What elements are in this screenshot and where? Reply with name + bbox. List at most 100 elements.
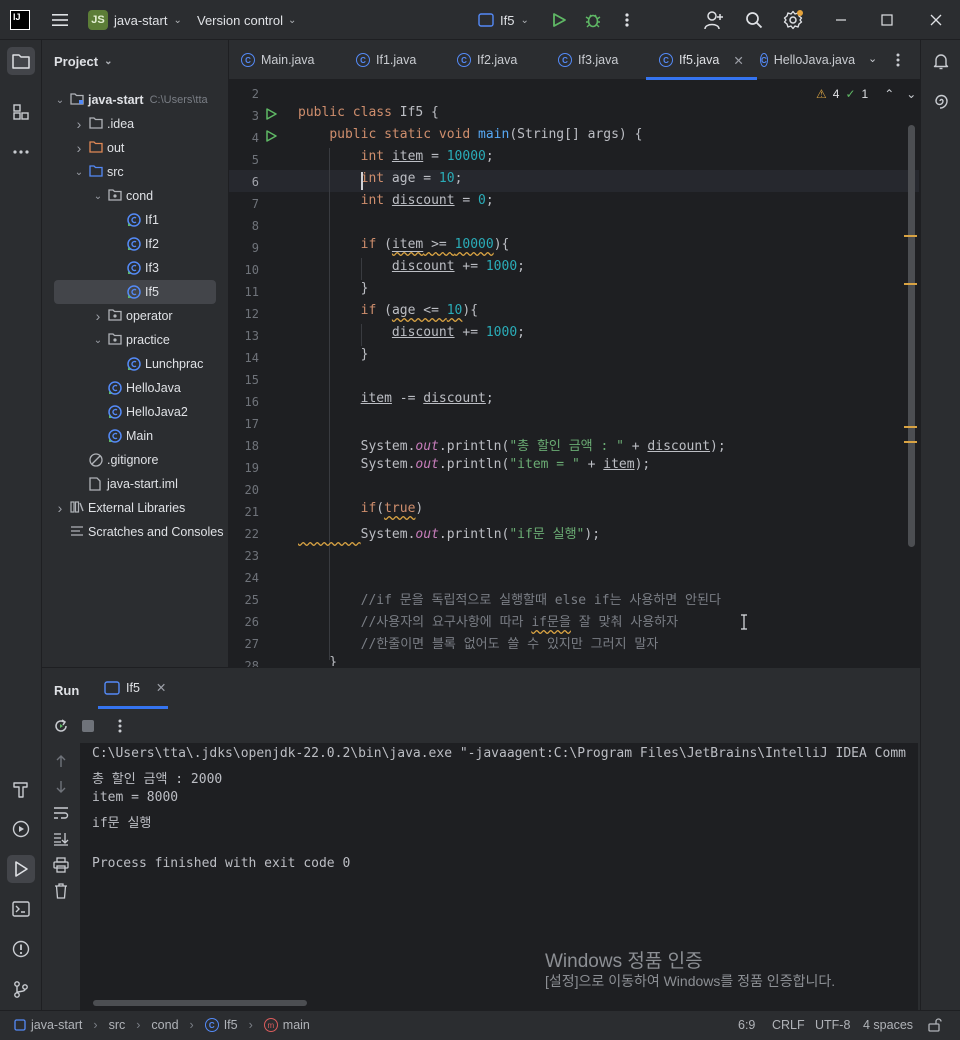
- search-icon[interactable]: [743, 9, 765, 31]
- settings-gear-icon[interactable]: [782, 9, 804, 31]
- ai-assistant-tool-button[interactable]: [927, 87, 955, 115]
- close-run-tab-icon[interactable]: ✕: [156, 680, 166, 695]
- tree-item[interactable]: › out: [42, 136, 229, 160]
- tab-main[interactable]: C Main.java: [241, 40, 315, 80]
- stop-icon[interactable]: [81, 719, 95, 733]
- breadcrumb-item[interactable]: cond: [151, 1018, 178, 1032]
- tree-item-label: practice: [126, 333, 170, 347]
- breadcrumb-item[interactable]: If5: [224, 1018, 238, 1032]
- run-more-icon[interactable]: [118, 718, 122, 734]
- maximize-icon[interactable]: [876, 9, 898, 31]
- run-tab-if5[interactable]: If5 ✕: [104, 680, 166, 695]
- tree-item[interactable]: Main: [42, 424, 229, 448]
- tree-item[interactable]: › External Libraries: [42, 496, 229, 520]
- warning-marker[interactable]: [904, 426, 917, 428]
- more-actions-icon[interactable]: [616, 9, 638, 31]
- file-encoding[interactable]: UTF-8: [815, 1018, 850, 1032]
- add-user-icon[interactable]: [703, 9, 725, 31]
- warning-marker[interactable]: [904, 235, 917, 237]
- minimize-icon[interactable]: [830, 9, 852, 31]
- problems-tool-button[interactable]: [7, 935, 35, 963]
- inspection-widget[interactable]: ⚠ 4 ✓ 1 ⌃ ⌄: [816, 87, 916, 101]
- collapsed-chevron-icon[interactable]: ›: [73, 116, 85, 132]
- collapsed-chevron-icon[interactable]: ›: [92, 308, 104, 324]
- tree-item[interactable]: ⌄ java-start C:\Users\tta: [42, 88, 229, 112]
- expanded-chevron-icon[interactable]: ⌄: [54, 95, 66, 106]
- terminal-tool-button[interactable]: [7, 895, 35, 923]
- tree-item[interactable]: Lunchprac: [42, 352, 229, 376]
- indent-setting[interactable]: 4 spaces: [863, 1018, 913, 1032]
- tab-hellojava[interactable]: C HelloJava.java: [760, 40, 855, 80]
- tree-item[interactable]: java-start.iml: [42, 472, 229, 496]
- tree-item[interactable]: HelloJava2: [42, 400, 229, 424]
- run-button[interactable]: [548, 9, 570, 31]
- project-panel-header[interactable]: Project ⌄: [54, 54, 112, 69]
- java-class-icon: [108, 429, 122, 443]
- tab-list-chevron-icon[interactable]: ⌄: [868, 52, 877, 65]
- code-editor[interactable]: [229, 80, 919, 667]
- scroll-to-end-icon[interactable]: [52, 830, 70, 848]
- tree-item[interactable]: ⌄ src: [42, 160, 229, 184]
- tab-if2[interactable]: C If2.java: [457, 40, 517, 80]
- editor-vertical-scrollbar[interactable]: [908, 125, 915, 547]
- run-config-selector[interactable]: If5 ⌄: [478, 8, 529, 32]
- services-tool-button[interactable]: [7, 815, 35, 843]
- tree-item[interactable]: ⌄ practice: [42, 328, 229, 352]
- tree-item[interactable]: › .idea: [42, 112, 229, 136]
- breadcrumb-item[interactable]: src: [109, 1018, 126, 1032]
- tree-item[interactable]: If2: [42, 232, 229, 256]
- build-tool-button[interactable]: [7, 775, 35, 803]
- project-tool-button[interactable]: [7, 47, 35, 75]
- trash-icon[interactable]: [52, 882, 70, 900]
- debug-button[interactable]: [582, 9, 604, 31]
- expanded-chevron-icon[interactable]: ⌄: [92, 191, 104, 202]
- run-class-gutter-icon[interactable]: [265, 108, 277, 120]
- warning-marker[interactable]: [904, 441, 917, 443]
- tree-item[interactable]: HelloJava: [42, 376, 229, 400]
- print-icon[interactable]: [52, 856, 70, 874]
- tree-item[interactable]: ⌄ cond: [42, 184, 229, 208]
- tree-item[interactable]: .gitignore: [42, 448, 229, 472]
- tab-if1[interactable]: C If1.java: [356, 40, 416, 80]
- tree-item[interactable]: If3: [42, 256, 229, 280]
- run-tool-button[interactable]: [7, 855, 35, 883]
- tree-item[interactable]: Scratches and Consoles: [42, 520, 229, 544]
- expanded-chevron-icon[interactable]: ⌄: [73, 167, 85, 178]
- tree-item[interactable]: If5: [54, 280, 216, 304]
- close-tab-icon[interactable]: ✕: [733, 53, 743, 68]
- caret-position[interactable]: 6:9: [738, 1018, 755, 1032]
- soft-wrap-icon[interactable]: [52, 804, 70, 822]
- rerun-icon[interactable]: [52, 717, 70, 735]
- console-horizontal-scrollbar[interactable]: [93, 1000, 307, 1006]
- tree-item[interactable]: › operator: [42, 304, 229, 328]
- breadcrumb-item[interactable]: java-start: [31, 1018, 82, 1032]
- expanded-chevron-icon[interactable]: ⌄: [92, 335, 104, 346]
- notifications-tool-button[interactable]: [927, 47, 955, 75]
- scroll-up-icon[interactable]: [52, 752, 70, 770]
- collapsed-chevron-icon[interactable]: ›: [54, 500, 66, 516]
- git-tool-button[interactable]: [7, 975, 35, 1003]
- java-class-icon: C: [356, 53, 370, 67]
- intellij-logo-icon[interactable]: IJ: [10, 10, 30, 30]
- warning-marker[interactable]: [904, 283, 917, 285]
- module-folder-icon: [70, 93, 84, 107]
- next-highlight-icon[interactable]: ⌄: [906, 87, 916, 101]
- tree-item[interactable]: If1: [42, 208, 229, 232]
- tab-if3[interactable]: C If3.java: [558, 40, 618, 80]
- close-window-icon[interactable]: [925, 9, 947, 31]
- project-switcher[interactable]: JS java-start ⌄: [88, 8, 182, 32]
- breadcrumb-item[interactable]: main: [283, 1018, 310, 1032]
- collapsed-chevron-icon[interactable]: ›: [73, 140, 85, 156]
- line-separator[interactable]: CRLF: [772, 1018, 805, 1032]
- editor-tabs-more-icon[interactable]: [896, 52, 900, 68]
- previous-highlight-icon[interactable]: ⌃: [884, 87, 894, 101]
- main-menu-icon[interactable]: [50, 11, 70, 29]
- version-control-menu[interactable]: Version control ⌄: [197, 8, 296, 32]
- run-main-gutter-icon[interactable]: [265, 130, 277, 142]
- scroll-down-icon[interactable]: [52, 778, 70, 796]
- more-tools-icon[interactable]: [7, 138, 35, 166]
- console-output[interactable]: C:\Users\tta\.jdks\openjdk-22.0.2\bin\ja…: [80, 743, 918, 1010]
- lock-icon[interactable]: [928, 1018, 942, 1032]
- tab-if5[interactable]: C If5.java ✕: [646, 40, 757, 80]
- structure-tool-button[interactable]: [7, 98, 35, 126]
